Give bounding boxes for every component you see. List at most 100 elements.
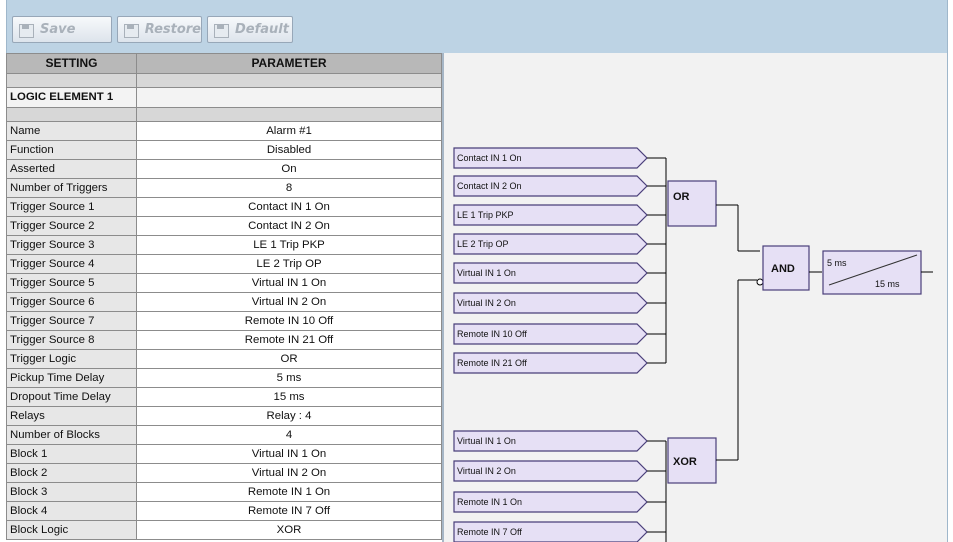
setting-label: Trigger Source 4 — [6, 254, 137, 274]
setting-label: Block 1 — [6, 444, 137, 464]
setting-label: Block 4 — [6, 501, 137, 521]
setting-label: Block 2 — [6, 463, 137, 483]
setting-label: Trigger Source 1 — [6, 197, 137, 217]
setting-label: Trigger Source 6 — [6, 292, 137, 312]
table-row: Number of Triggers 8 — [6, 178, 442, 198]
table-row: Name Alarm #1 — [6, 121, 442, 141]
setting-label: Dropout Time Delay — [6, 387, 137, 407]
table-row: Dropout Time Delay 15 ms — [6, 387, 442, 407]
setting-label: Number of Triggers — [6, 178, 137, 198]
logic-element-window: Save Restore Default SETTING PARAMETER L… — [0, 0, 953, 542]
trigger-input-6-label: Virtual IN 2 On — [457, 298, 516, 308]
block-input-2-label: Virtual IN 2 On — [457, 466, 516, 476]
trigger-input-3-label: LE 1 Trip PKP — [457, 210, 514, 220]
setting-label: Number of Blocks — [6, 425, 137, 445]
invert-bubble — [756, 278, 764, 286]
setting-label: Trigger Source 2 — [6, 216, 137, 236]
parameter-value[interactable]: 8 — [136, 178, 442, 198]
parameter-value[interactable]: OR — [136, 349, 442, 369]
spacer-cell — [136, 73, 442, 88]
table-row: Trigger Source 8 Remote IN 21 Off — [6, 330, 442, 350]
setting-label: Pickup Time Delay — [6, 368, 137, 388]
save-button[interactable]: Save — [12, 16, 112, 43]
settings-table-body: LOGIC ELEMENT 1 Name Alarm #1 Function Disa… — [6, 73, 442, 540]
section-title: LOGIC ELEMENT 1 — [6, 87, 137, 108]
table-row: Trigger Source 3 LE 1 Trip PKP — [6, 235, 442, 255]
block-input-4-label: Remote IN 7 Off — [457, 527, 522, 537]
parameter-value[interactable]: Virtual IN 1 On — [136, 444, 442, 464]
parameter-value[interactable]: LE 1 Trip PKP — [136, 235, 442, 255]
setting-label: Trigger Source 8 — [6, 330, 137, 350]
trigger-input-4-label: LE 2 Trip OP — [457, 239, 509, 249]
table-row: Trigger Source 4 LE 2 Trip OP — [6, 254, 442, 274]
setting-label: Trigger Logic — [6, 349, 137, 369]
block-input-3-label: Remote IN 1 On — [457, 497, 522, 507]
trigger-input-5-label: Virtual IN 1 On — [457, 268, 516, 278]
parameter-value[interactable]: Virtual IN 2 On — [136, 463, 442, 483]
logic-diagram: Contact IN 1 On Contact IN 2 On LE 1 Trip … — [444, 53, 948, 542]
table-row: Pickup Time Delay 5 ms — [6, 368, 442, 388]
parameter-value[interactable]: 5 ms — [136, 368, 442, 388]
setting-label: Trigger Source 7 — [6, 311, 137, 331]
setting-label: Trigger Source 5 — [6, 273, 137, 293]
table-row: Trigger Source 7 Remote IN 10 Off — [6, 311, 442, 331]
table-row: Block 2 Virtual IN 2 On — [6, 463, 442, 483]
table-row: Block 1 Virtual IN 1 On — [6, 444, 442, 464]
table-row: Asserted On — [6, 159, 442, 179]
timer-dropout-label: 15 ms — [875, 279, 900, 289]
parameter-value[interactable]: Contact IN 2 On — [136, 216, 442, 236]
setting-label: Relays — [6, 406, 137, 426]
default-label: Default — [235, 22, 289, 37]
table-row: Function Disabled — [6, 140, 442, 160]
parameter-value[interactable]: Remote IN 1 On — [136, 482, 442, 502]
spacer-cell — [136, 107, 442, 122]
default-button[interactable]: Default — [207, 16, 293, 43]
setting-label: Block 3 — [6, 482, 137, 502]
column-header-parameter: PARAMETER — [136, 53, 442, 74]
or-gate — [667, 180, 717, 227]
setting-label: Name — [6, 121, 137, 141]
parameter-value[interactable]: XOR — [136, 520, 442, 540]
block-input-1-label: Virtual IN 1 On — [457, 436, 516, 446]
save-icon — [17, 22, 35, 38]
settings-table: SETTING PARAMETER LOGIC ELEMENT 1 Name Al… — [6, 53, 442, 540]
parameter-value[interactable]: On — [136, 159, 442, 179]
parameter-value[interactable]: Virtual IN 1 On — [136, 273, 442, 293]
parameter-value[interactable]: 4 — [136, 425, 442, 445]
timer-pickup-label: 5 ms — [827, 258, 847, 268]
table-row: Number of Blocks 4 — [6, 425, 442, 445]
parameter-value[interactable]: Remote IN 10 Off — [136, 311, 442, 331]
spacer-cell — [6, 73, 137, 88]
default-icon — [212, 22, 230, 38]
parameter-value[interactable]: LE 2 Trip OP — [136, 254, 442, 274]
restore-button[interactable]: Restore — [117, 16, 202, 43]
setting-label: Asserted — [6, 159, 137, 179]
trigger-input-8-label: Remote IN 21 Off — [457, 358, 527, 368]
table-row: Block 3 Remote IN 1 On — [6, 482, 442, 502]
parameter-value[interactable]: Virtual IN 2 On — [136, 292, 442, 312]
table-row: Block 4 Remote IN 7 Off — [6, 501, 442, 521]
parameter-value[interactable]: Relay : 4 — [136, 406, 442, 426]
setting-label: Function — [6, 140, 137, 160]
and-gate-label: AND — [771, 263, 795, 275]
column-header-setting: SETTING — [6, 53, 137, 74]
parameter-value[interactable]: Disabled — [136, 140, 442, 160]
parameter-value[interactable]: Remote IN 21 Off — [136, 330, 442, 350]
parameter-value[interactable]: 15 ms — [136, 387, 442, 407]
trigger-input-1-label: Contact IN 1 On — [457, 153, 522, 163]
toolbar: Save Restore Default — [6, 0, 948, 53]
table-row: Block Logic XOR — [6, 520, 442, 540]
parameter-value[interactable]: Alarm #1 — [136, 121, 442, 141]
xor-gate-label: XOR — [673, 456, 697, 468]
table-row: Trigger Logic OR — [6, 349, 442, 369]
section-row: LOGIC ELEMENT 1 — [6, 87, 442, 108]
table-spacer-row — [6, 107, 442, 122]
spacer-cell — [6, 107, 137, 122]
setting-label: Block Logic — [6, 520, 137, 540]
parameter-value[interactable]: Contact IN 1 On — [136, 197, 442, 217]
parameter-value[interactable]: Remote IN 7 Off — [136, 501, 442, 521]
trigger-input-7-label: Remote IN 10 Off — [457, 329, 527, 339]
table-row: Trigger Source 6 Virtual IN 2 On — [6, 292, 442, 312]
setting-label: Trigger Source 3 — [6, 235, 137, 255]
table-row: Relays Relay : 4 — [6, 406, 442, 426]
